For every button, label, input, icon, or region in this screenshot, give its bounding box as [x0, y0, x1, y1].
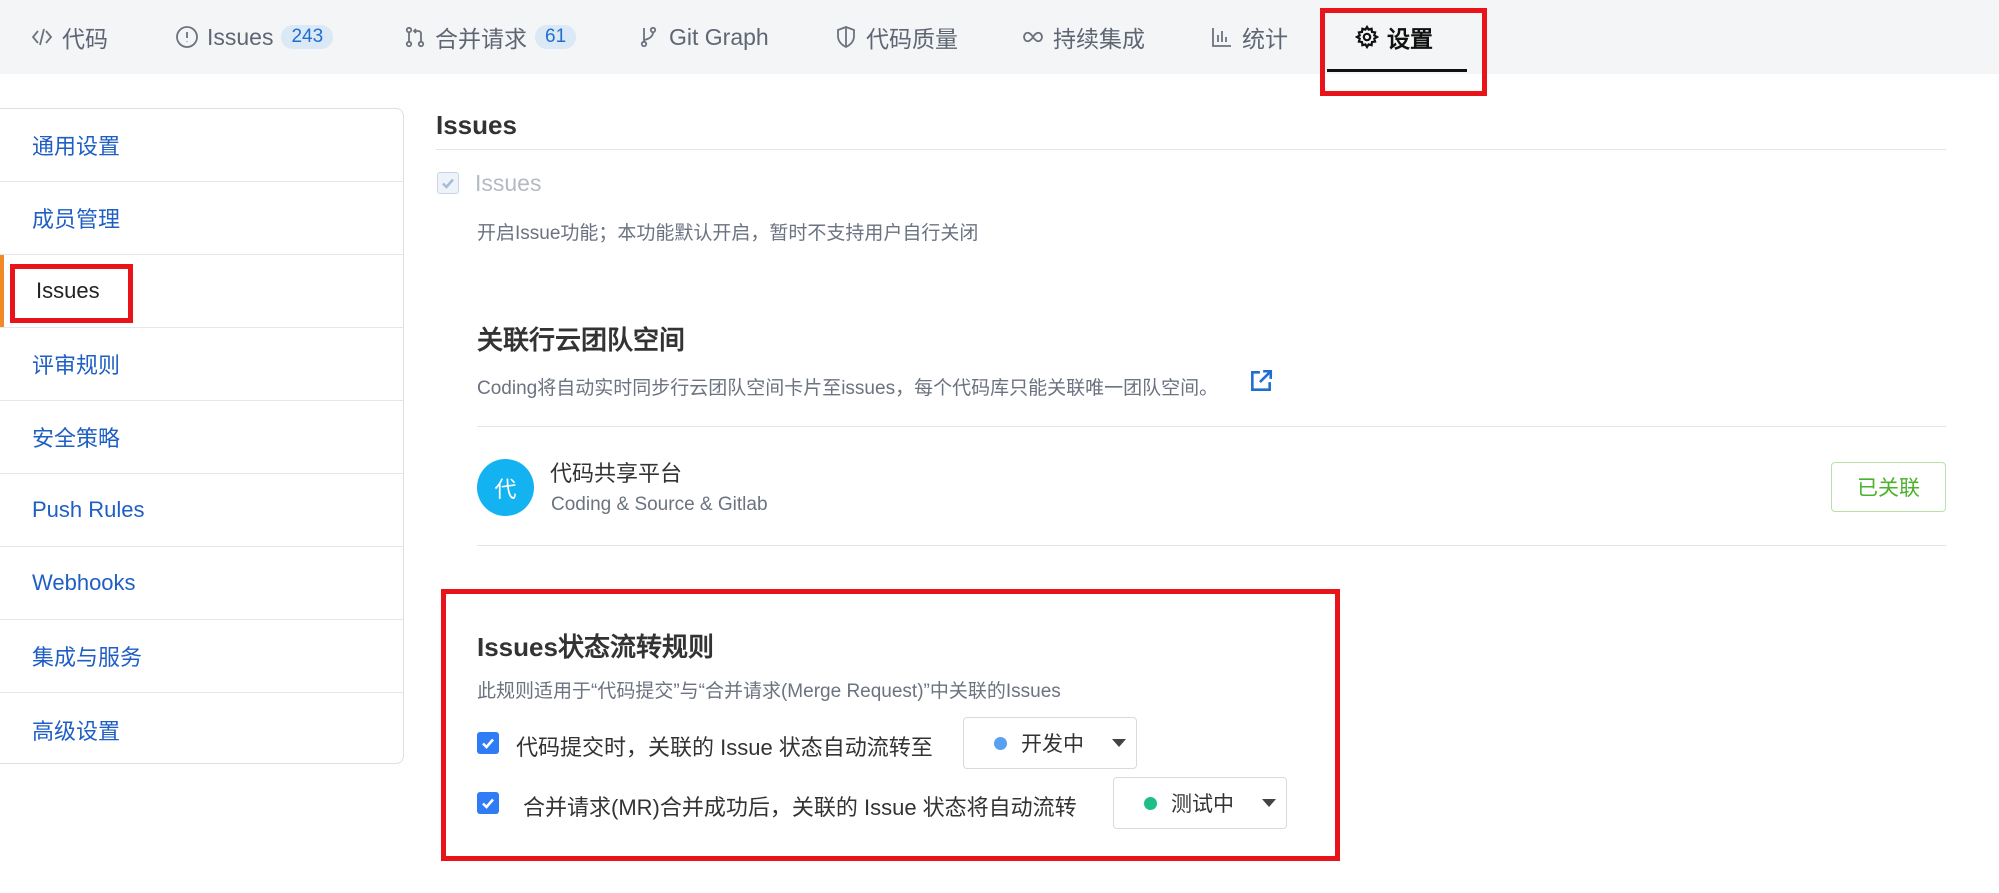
tab-code[interactable]: 代码 [30, 0, 108, 74]
tab-ci[interactable]: 持续集成 [1021, 0, 1145, 74]
tab-label: Issues [207, 23, 274, 50]
git-branch-icon [637, 25, 661, 49]
active-tab-underline [1327, 69, 1467, 72]
sidebar-item-review-rules[interactable]: 评审规则 [0, 328, 403, 401]
flow-rules-description: 此规则适用于“代码提交”与“合并请求(Merge Request)”中关联的Is… [477, 681, 1061, 702]
issues-count-badge: 243 [281, 25, 334, 49]
bar-chart-icon [1210, 25, 1234, 49]
tab-statistics[interactable]: 统计 [1210, 0, 1288, 74]
divider [477, 426, 1946, 427]
issues-enable-checkbox[interactable] [437, 172, 459, 194]
status-dot [994, 736, 1007, 750]
tab-label: 设置 [1387, 26, 1433, 52]
page-title: Issues [436, 110, 517, 140]
external-link-icon[interactable] [1248, 368, 1274, 399]
code-icon [30, 25, 54, 49]
sidebar-item-integrations[interactable]: 集成与服务 [0, 620, 403, 693]
merge-request-icon [403, 25, 427, 49]
sidebar-item-members[interactable]: 成员管理 [0, 182, 403, 255]
team-space-description-text: Coding将自动实时同步行云团队空间卡片至issues，每个代码库只能关联唯一… [477, 378, 1219, 399]
team-space-title: 关联行云团队空间 [477, 325, 686, 355]
tab-label: 代码质量 [866, 26, 958, 52]
linked-button[interactable]: 已关联 [1831, 462, 1946, 512]
sidebar-item-webhooks[interactable]: Webhooks [0, 547, 403, 620]
infinity-icon [1021, 25, 1045, 49]
project-subtitle: Coding & Source & Gitlab [551, 494, 768, 515]
rule-commit-label: 代码提交时，关联的 Issue 状态自动流转至 [516, 735, 933, 760]
rule-mr-checkbox[interactable] [477, 792, 499, 814]
tab-code-quality[interactable]: 代码质量 [834, 0, 958, 74]
project-name: 代码共享平台 [550, 461, 683, 486]
project-avatar: 代 [477, 459, 534, 516]
flow-rules-title: Issues状态流转规则 [477, 632, 714, 662]
rule-mr-status-select[interactable]: 测试中 [1113, 777, 1287, 829]
gear-icon [1355, 25, 1379, 49]
checkmark-icon [482, 798, 494, 809]
settings-sidebar: 通用设置 成员管理 Issues 评审规则 安全策略 Push Rules We… [0, 108, 404, 764]
tab-label: 代码 [62, 26, 108, 52]
tab-settings[interactable]: 设置 [1355, 0, 1433, 74]
team-space-description: Coding将自动实时同步行云团队空间卡片至issues，每个代码库只能关联唯一… [477, 373, 1218, 400]
rule-commit-status-select[interactable]: 开发中 [963, 717, 1137, 769]
tab-label: 统计 [1242, 26, 1288, 52]
status-dot [1144, 796, 1157, 810]
title-divider [436, 149, 1946, 150]
divider [477, 545, 1946, 546]
checkmark-icon [482, 738, 494, 749]
sidebar-item-advanced[interactable]: 高级设置 [0, 693, 403, 766]
rule-mr-label: 合并请求(MR)合并成功后，关联的 Issue 状态将自动流转 [523, 795, 1077, 820]
sidebar-item-general[interactable]: 通用设置 [0, 109, 403, 182]
merge-requests-count-badge: 61 [535, 25, 577, 49]
caret-down-icon [1112, 739, 1126, 747]
sidebar-item-push-rules[interactable]: Push Rules [0, 474, 403, 547]
tab-git-graph[interactable]: Git Graph [637, 0, 769, 74]
caret-down-icon [1262, 799, 1276, 807]
alert-circle-icon [175, 25, 199, 49]
tab-issues[interactable]: Issues 243 [175, 0, 334, 74]
sidebar-item-security-policy[interactable]: 安全策略 [0, 401, 403, 474]
issues-enable-description: 开启Issue功能；本功能默认开启，暂时不支持用户自行关闭 [477, 223, 979, 244]
status-value: 开发中 [1021, 733, 1084, 756]
top-nav: 代码 Issues 243 合并请求 61 Git Graph 代码质量 持续集… [0, 0, 1999, 74]
issues-enable-label: Issues [475, 170, 542, 196]
tab-label: Git Graph [669, 23, 769, 50]
sidebar-item-issues[interactable]: Issues [0, 255, 403, 328]
status-value: 测试中 [1171, 793, 1234, 816]
tab-label: 持续集成 [1053, 26, 1145, 52]
shield-icon [834, 25, 858, 49]
checkmark-icon [442, 178, 454, 189]
rule-commit-checkbox[interactable] [477, 732, 499, 754]
tab-merge-requests[interactable]: 合并请求 61 [403, 0, 577, 74]
tab-label: 合并请求 [435, 26, 527, 52]
